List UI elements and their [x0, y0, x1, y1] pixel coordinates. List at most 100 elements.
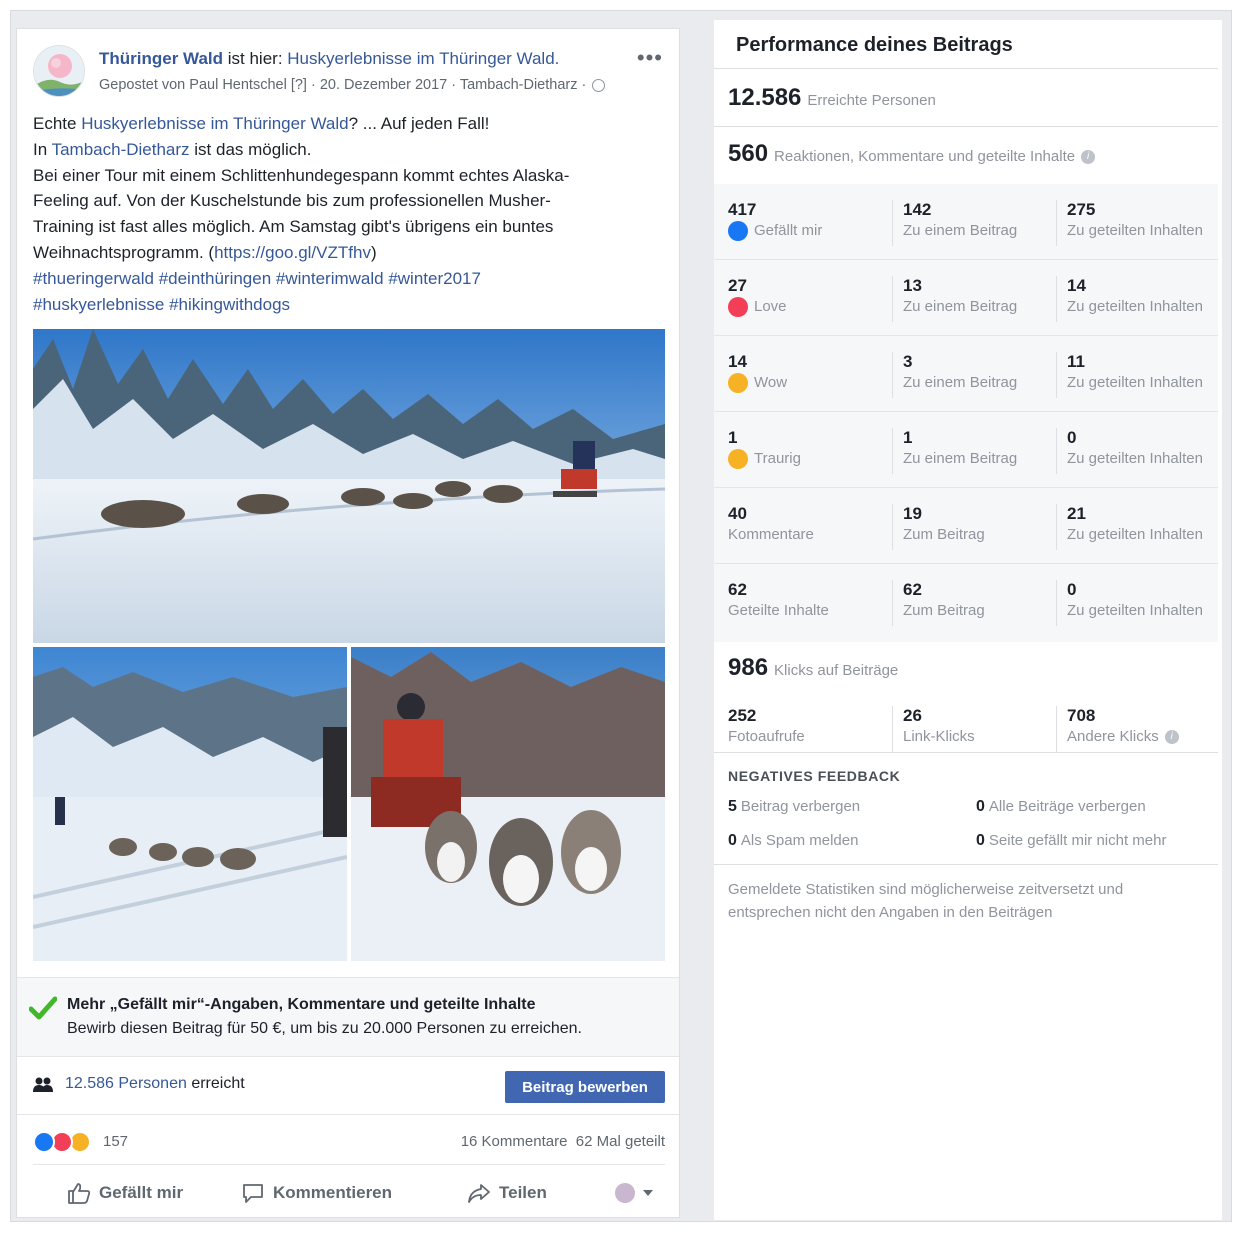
location-link[interactable]: Huskyerlebnisse im Thüringer Wald. [287, 49, 559, 68]
neg-hide-all-label: Alle Beiträge verbergen [988, 798, 1146, 815]
wow-on-post: 3 [903, 352, 913, 371]
clicks-number: 986 [728, 654, 769, 681]
info-icon[interactable]: i [1081, 149, 1096, 164]
like-reaction-icon [728, 221, 748, 241]
like-button[interactable]: Gefällt mir [67, 1181, 183, 1205]
link-clicks-number: 26 [903, 706, 922, 725]
other-clicks-label: Andere Klicks [1067, 728, 1159, 745]
boost-suggestion: Mehr „Gefällt mir“-Angaben, Kommentare u… [17, 977, 679, 1057]
breakdown-row-likes: 417 Gefällt mir 142 Zu einem Beitrag 275 Zu… [714, 184, 1218, 260]
promote-post-button[interactable]: Beitrag bewerben [505, 1071, 665, 1103]
reach-summary: 12.586 Erreichte Personen [728, 84, 936, 112]
on-shares-label: Zu geteilten Inhalten [1067, 222, 1203, 239]
neg-report-spam-label: Als Spam melden [740, 832, 859, 849]
post-as-selector[interactable] [615, 1181, 653, 1205]
sad-total: 1 [728, 428, 738, 447]
globe-icon [592, 78, 606, 92]
wow-on-shares: 11 [1067, 352, 1085, 371]
reach-number: 12.586 [728, 84, 802, 111]
sad-label: Traurig [754, 450, 801, 467]
thumbs-up-icon [68, 1183, 91, 1204]
neg-unlike-page: 0 Seite gefällt mir nicht mehr [976, 832, 1166, 850]
reach-suffix: erreicht [186, 1075, 245, 1092]
shares-count-link[interactable]: 62 Mal geteilt [576, 1133, 665, 1150]
photo-grid [33, 329, 665, 961]
comment-button[interactable]: Kommentieren [241, 1181, 392, 1205]
love-label: Love [754, 298, 787, 315]
on-shares-label: Zu geteilten Inhalten [1067, 374, 1203, 391]
breakdown-row-wow: 14 Wow 3 Zu einem Beitrag 11 Zu geteilten I… [714, 336, 1218, 412]
text-url-link[interactable]: https://goo.gl/VZTfhv [214, 243, 371, 262]
chevron-down-icon [643, 1190, 653, 1196]
on-shares-label: Zu geteilten Inhalten [1067, 298, 1203, 315]
text-part: ? ... Auf jeden Fall! [348, 114, 490, 133]
clicks-label: Klicks auf Beiträge [774, 662, 899, 679]
likes-on-post: 142 [903, 200, 932, 219]
neg-hide-all: 0 Alle Beiträge verbergen [976, 798, 1146, 816]
on-post-label: Zu einem Beitrag [903, 450, 1018, 467]
clicks-breakdown: 252 Fotoaufrufe 26 Link-Klicks 708 Andere K… [714, 690, 1218, 752]
page-name-link[interactable]: Thüringer Wald [99, 49, 223, 68]
wow-total: 14 [728, 352, 747, 371]
neg-hide-post-label: Beitrag verbergen [740, 798, 861, 815]
comment-icon [243, 1184, 263, 1203]
text-part: ist das möglich. [189, 139, 312, 159]
people-icon [33, 1077, 53, 1092]
text-line: Bei einer Tour mit einem Schlittenhundeg… [33, 165, 570, 185]
on-shares-label: Zu geteilten Inhalten [1067, 450, 1203, 467]
photo-musher-huskies[interactable] [351, 647, 665, 961]
clicks-summary: 986 Klicks auf Beiträge [728, 654, 898, 682]
wow-label: Wow [754, 374, 788, 391]
comments-count-link[interactable]: 16 Kommentare [461, 1133, 568, 1150]
text-link-tambach[interactable]: Tambach-Dietharz [52, 140, 190, 159]
text-link-huskyerlebnisse[interactable]: Huskyerlebnisse im Thüringer Wald [81, 114, 348, 133]
comment-label: Kommentieren [273, 1183, 393, 1202]
link-clicks-label: Link-Klicks [903, 728, 975, 745]
more-options-icon[interactable]: ••• [637, 45, 663, 71]
post-meta-text: Gepostet von Paul Hentschel [?] · 20. De… [99, 77, 587, 93]
on-shares-label: Zu geteilten Inhalten [1067, 602, 1203, 619]
photo-dogs-trail[interactable] [33, 647, 347, 961]
on-shares-label: Zu geteilten Inhalten [1067, 526, 1203, 543]
neg-hide-post-number: 5 [728, 798, 737, 815]
reaction-count[interactable]: 157 [103, 1133, 128, 1150]
reach-text: 12.586 Personen erreicht [65, 1075, 245, 1093]
hashtags-line[interactable]: #thueringerwald #deinthüringen #winterim… [33, 266, 653, 292]
text-part: Echte [33, 114, 82, 133]
boost-title: Mehr „Gefällt mir“-Angaben, Kommentare u… [67, 996, 536, 1013]
comments-total: 40 [728, 504, 747, 523]
info-icon[interactable]: i [1164, 730, 1179, 744]
hashtags-line[interactable]: #huskyerlebnisse #hikingwithdogs [33, 292, 653, 318]
wow-reaction-icon [728, 373, 748, 393]
comments-on-post: 19 [903, 504, 922, 523]
photo-views-number: 252 [728, 706, 757, 725]
like-reaction-icon [33, 1131, 55, 1153]
page-avatar[interactable] [33, 45, 85, 97]
divider [714, 68, 1218, 69]
share-button[interactable]: Teilen [467, 1181, 547, 1205]
breakdown-row-love: 27 Love 13 Zu einem Beitrag 14 Zu geteilten… [714, 260, 1218, 336]
shares-label: Geteilte Inhalte [728, 602, 829, 619]
likes-on-shares: 275 [1067, 200, 1096, 219]
likes-total: 417 [728, 200, 757, 219]
photo-sled-team-wide[interactable] [33, 329, 665, 643]
likes-label: Gefällt mir [754, 222, 823, 239]
comments-on-shares: 21 [1067, 504, 1086, 523]
reach-row: 12.586 Personen erreicht Beitrag bewerbe… [17, 1057, 679, 1115]
negative-feedback-title: NEGATIVES FEEDBACK [728, 768, 901, 784]
text-line: Training ist fast alles möglich. Am Sams… [33, 217, 554, 237]
post-meta: Gepostet von Paul Hentschel [?] · 20. De… [99, 77, 606, 93]
neg-unlike-page-number: 0 [976, 832, 985, 849]
on-post-label: Zum Beitrag [903, 602, 985, 619]
shares-on-post: 62 [903, 580, 922, 599]
reach-people-link[interactable]: 12.586 Personen [65, 1075, 187, 1092]
reach-label: Erreichte Personen [807, 92, 936, 109]
on-post-label: Zu einem Beitrag [903, 374, 1018, 391]
neg-report-spam: 0 Als Spam melden [728, 832, 858, 850]
neg-hide-post: 5 Beitrag verbergen [728, 798, 860, 816]
text-part: Weihnachtsprogramm. ( [33, 242, 215, 262]
love-reaction-icon [728, 297, 748, 317]
shares-on-shares: 0 [1067, 580, 1077, 599]
engagement-summary-line: 560 Reaktionen, Kommentare und geteilte I… [728, 140, 1096, 168]
other-clicks-number: 708 [1067, 706, 1096, 725]
